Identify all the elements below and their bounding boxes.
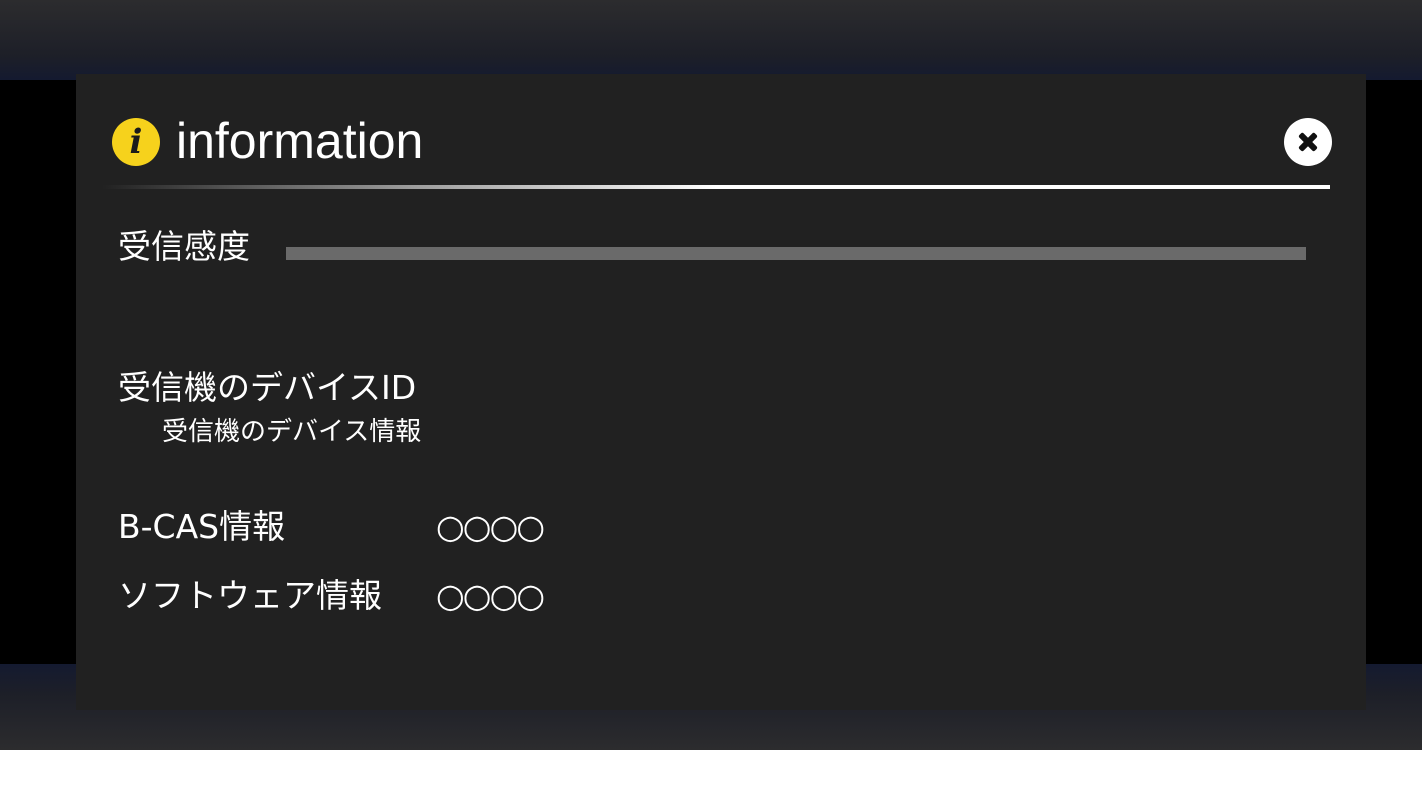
- information-dialog: i information 受信感度 受信機のデバイスID 受信機のデバイス情報…: [76, 74, 1366, 710]
- info-icon: i: [112, 118, 160, 166]
- software-info-value: ○○○○: [436, 576, 545, 615]
- bcas-info-label: B-CAS情報: [118, 507, 286, 546]
- tv-screen: i information 受信感度 受信機のデバイスID 受信機のデバイス情報…: [0, 0, 1422, 750]
- signal-strength-bar: [286, 247, 1306, 260]
- device-id-label: 受信機のデバイスID: [118, 368, 417, 407]
- top-band: [0, 0, 1422, 80]
- close-button[interactable]: [1284, 118, 1332, 166]
- header-divider: [102, 185, 1330, 189]
- bcas-info-value: ○○○○: [436, 507, 545, 546]
- dialog-title: information: [176, 113, 424, 169]
- signal-strength-label: 受信感度: [118, 227, 250, 266]
- software-info-label: ソフトウェア情報: [118, 576, 382, 615]
- device-id-value: 受信機のデバイス情報: [162, 417, 422, 447]
- signal-strength-fill: [286, 247, 1306, 260]
